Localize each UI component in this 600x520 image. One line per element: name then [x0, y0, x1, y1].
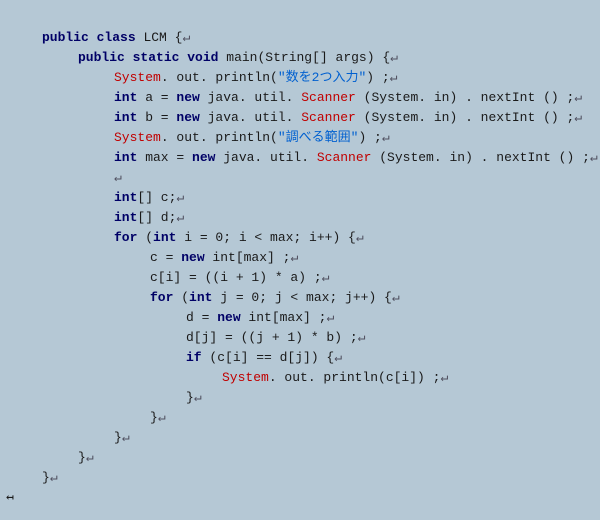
newline-icon: ↵	[590, 150, 598, 165]
decl-c: [] c;	[137, 190, 176, 205]
pkg: java. util.	[200, 110, 301, 125]
newline-icon: ↵	[392, 290, 400, 305]
for-rest: i = 0; i < max; i++) {	[176, 230, 355, 245]
cls-system: System	[114, 130, 161, 145]
scanner-tail: (System. in) . nextInt () ;	[356, 110, 574, 125]
kw-for: for	[114, 230, 137, 245]
scanner-tail: (System. in) . nextInt () ;	[371, 150, 589, 165]
pkg: java. util.	[200, 90, 301, 105]
scanner-tail: (System. in) . nextInt () ;	[356, 90, 574, 105]
type-int: int	[114, 90, 137, 105]
brace-close: }	[114, 430, 122, 445]
new-array: int[max] ;	[241, 310, 327, 325]
cls-system: System	[114, 70, 161, 85]
type-int: int	[114, 190, 137, 205]
newline-icon: ↵	[50, 470, 58, 485]
newline-icon: ↵	[358, 330, 366, 345]
newline-icon: ↵	[390, 70, 398, 85]
newline-icon: ↵	[356, 230, 364, 245]
type-int: int	[114, 110, 137, 125]
brace-close: }	[150, 410, 158, 425]
newline-icon: ↵	[574, 110, 582, 125]
code-block: public class LCM {↵ public static void m…	[0, 0, 600, 516]
newline-icon: ↵	[390, 50, 398, 65]
out-print: . out. println(	[161, 130, 278, 145]
method-sig: (String[] args) {	[258, 50, 391, 65]
newline-icon: ↵	[114, 170, 122, 185]
newline-icon: ↵	[440, 370, 448, 385]
cls-system: System	[222, 370, 269, 385]
expr-dj: d[j] = ((j + 1) * b) ;	[186, 330, 358, 345]
kw-new: new	[192, 150, 215, 165]
out-print: . out. println(	[161, 70, 278, 85]
cls-scanner: Scanner	[317, 150, 372, 165]
out-print: . out. println(c[i]) ;	[269, 370, 441, 385]
kw-public: public	[78, 50, 125, 65]
kw-public: public	[42, 30, 89, 45]
type-int: int	[114, 150, 137, 165]
expr-ci: c[i] = ((i + 1) * a) ;	[150, 270, 322, 285]
newline-icon: ↵	[574, 90, 582, 105]
var-b: b =	[137, 110, 176, 125]
newline-icon: ↵	[158, 410, 166, 425]
kw-static: static	[133, 50, 180, 65]
pkg: java. util.	[215, 150, 316, 165]
newline-icon: ↵	[290, 250, 298, 265]
kw-class: class	[97, 30, 136, 45]
newline-icon: ↵	[326, 310, 334, 325]
kw-new: new	[176, 110, 199, 125]
kw-if: if	[186, 350, 202, 365]
newline-icon: ↵	[176, 190, 184, 205]
stmt-end: ) ;	[366, 70, 389, 85]
string-literal: "調べる範囲"	[278, 130, 359, 145]
assign-d: d =	[186, 310, 217, 325]
newline-icon: ↵	[122, 430, 130, 445]
newline-icon: ↵	[334, 350, 342, 365]
for-open: (	[173, 290, 189, 305]
type-int: int	[153, 230, 176, 245]
newline-icon: ↵	[322, 270, 330, 285]
cls-scanner: Scanner	[301, 110, 356, 125]
brace-close: }	[78, 450, 86, 465]
newline-icon: ↵	[86, 450, 94, 465]
kw-new: new	[181, 250, 204, 265]
for-rest: j = 0; j < max; j++) {	[212, 290, 391, 305]
cursor-icon: ↤	[6, 490, 14, 505]
method-name: main	[226, 50, 257, 65]
newline-icon: ↵	[194, 390, 202, 405]
brace-close: }	[42, 470, 50, 485]
string-literal: "数を2つ入力"	[278, 70, 366, 85]
var-a: a =	[137, 90, 176, 105]
var-max: max =	[137, 150, 192, 165]
stmt-end: ) ;	[358, 130, 381, 145]
assign-c: c =	[150, 250, 181, 265]
newline-icon: ↵	[382, 130, 390, 145]
for-open: (	[137, 230, 153, 245]
kw-new: new	[176, 90, 199, 105]
if-cond: (c[i] == d[j]) {	[202, 350, 335, 365]
decl-d: [] d;	[137, 210, 176, 225]
kw-for: for	[150, 290, 173, 305]
type-int: int	[114, 210, 137, 225]
brace-close: }	[186, 390, 194, 405]
newline-icon: ↵	[176, 210, 184, 225]
class-name: LCM	[143, 30, 166, 45]
new-array: int[max] ;	[205, 250, 291, 265]
newline-icon: ↵	[182, 30, 190, 45]
cls-scanner: Scanner	[301, 90, 356, 105]
kw-new: new	[217, 310, 240, 325]
kw-void: void	[187, 50, 218, 65]
type-int: int	[189, 290, 212, 305]
